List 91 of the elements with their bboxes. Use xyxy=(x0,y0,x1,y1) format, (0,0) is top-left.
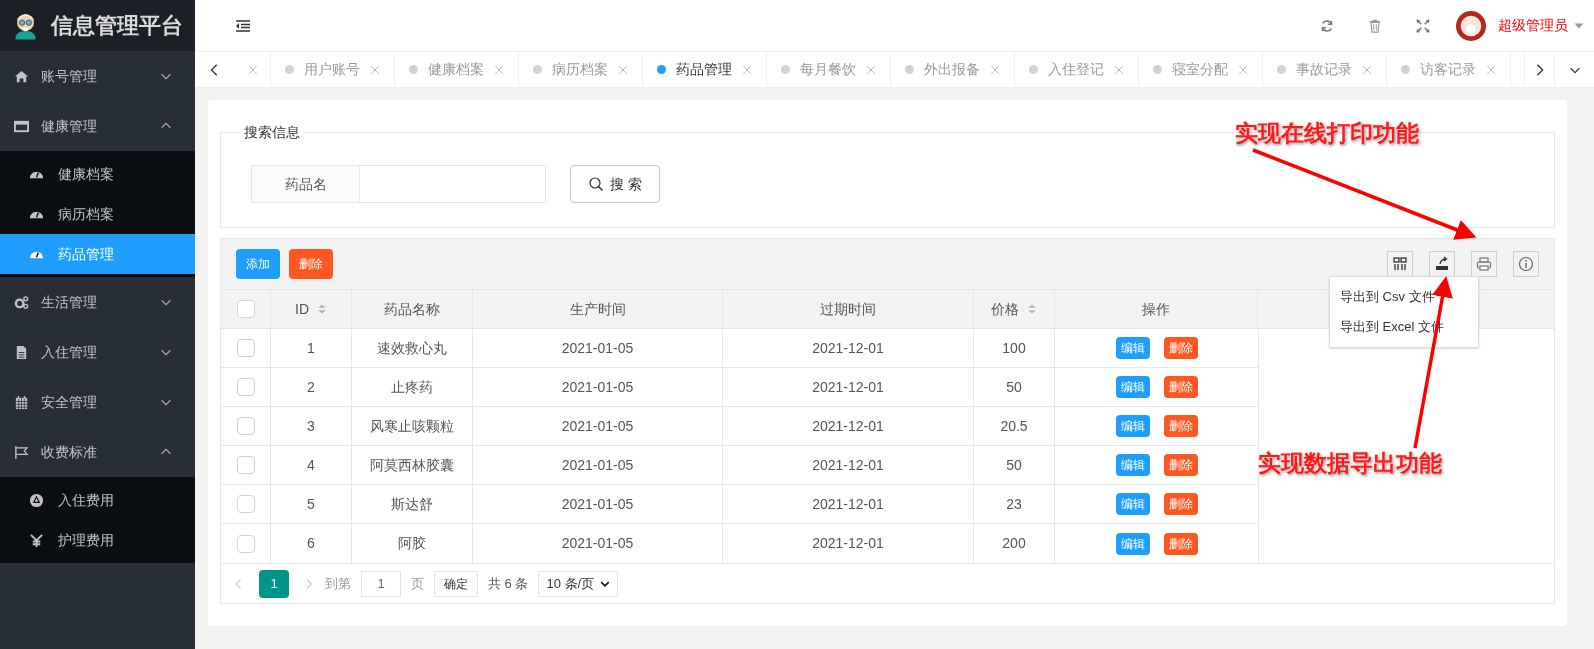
table-cell-text: 100 xyxy=(1002,338,1026,358)
submenu-item[interactable]: 入住费用 xyxy=(0,480,195,520)
table-cell-text: 2021-01-05 xyxy=(561,494,634,514)
table-cell-text: 2021-01-05 xyxy=(561,416,634,436)
tab[interactable]: 健康档案 xyxy=(395,52,519,87)
table-cell-text: 阿莫西林胶囊 xyxy=(370,455,454,475)
table-cell-text: 止疼药 xyxy=(391,377,433,397)
confirm-button[interactable]: 确定 xyxy=(434,570,478,597)
add-button[interactable]: 添加 xyxy=(236,249,280,279)
table-cell-text: 2021-12-01 xyxy=(812,416,884,436)
table-cell-text: 50 xyxy=(1006,455,1022,475)
column-header-cell[interactable]: 生产时间 xyxy=(473,290,723,328)
column-label: 操作 xyxy=(1142,299,1170,319)
table-cell-text: 2021-01-05 xyxy=(561,377,634,397)
goto-label: 到第 xyxy=(325,574,351,593)
edit-button[interactable]: 编辑 xyxy=(1115,532,1150,555)
delete-button[interactable]: 删除 xyxy=(1163,493,1198,515)
column-header-cell[interactable]: 药品名称 xyxy=(352,290,473,328)
tab[interactable]: 事故记录 xyxy=(1263,52,1387,87)
table-cell-text: 2021-12-01 xyxy=(812,377,884,397)
table-cell-text: 斯达舒 xyxy=(391,494,433,514)
page-size-select[interactable]: 10 条/页 xyxy=(538,570,619,597)
edit-button[interactable]: 编辑 xyxy=(1115,415,1150,437)
table-cell-text: 50 xyxy=(1006,377,1022,397)
tab[interactable]: 药品管理 xyxy=(643,52,767,87)
annotation-text: 实现数据导出功能 xyxy=(1258,449,1442,478)
table-cell-text: 2021-01-05 xyxy=(561,455,634,475)
tab[interactable]: 入住登记 xyxy=(1015,52,1139,87)
table-cell-text: 1 xyxy=(307,338,315,358)
table-cell-text: 阿胶 xyxy=(398,534,426,553)
column-label: 价格 xyxy=(991,299,1019,319)
edit-button[interactable]: 编辑 xyxy=(1115,337,1150,359)
page-button[interactable]: 1 xyxy=(259,569,289,598)
table-cell-text: 6 xyxy=(307,534,315,553)
table-cell-text: 2021-01-05 xyxy=(561,534,634,553)
table-cell-text: 23 xyxy=(1006,494,1022,514)
column-label: ID xyxy=(295,299,309,319)
table-cell-text: 风寒止咳颗粒 xyxy=(370,416,454,436)
column-header-cell[interactable]: 操作 xyxy=(1055,290,1258,328)
submenu-item[interactable]: 健康档案 xyxy=(0,154,195,194)
delete-button[interactable]: 删除 xyxy=(1163,532,1198,555)
column-header-cell[interactable]: 过期时间 xyxy=(723,290,974,328)
delete-button[interactable]: 删除 xyxy=(1163,415,1198,437)
tab[interactable]: 病历档案 xyxy=(519,52,643,87)
table-cell-text: 2021-12-01 xyxy=(812,494,884,514)
column-header-cell[interactable]: 价格 xyxy=(974,290,1055,328)
sidebar-item[interactable]: 生活管理 xyxy=(0,277,195,327)
table-cell-text: 4 xyxy=(307,455,315,475)
sidebar-item[interactable]: 收费标准 xyxy=(0,427,195,477)
table-cell-text: 3 xyxy=(307,416,315,436)
column-label: 过期时间 xyxy=(820,299,876,319)
edit-button[interactable]: 编辑 xyxy=(1115,454,1150,476)
table-cell-text: 5 xyxy=(307,494,315,514)
column-label: 药品名称 xyxy=(384,299,440,319)
delete-button[interactable]: 删除 xyxy=(1163,337,1198,359)
page-input[interactable]: 1 xyxy=(361,570,401,597)
tab[interactable]: 每月餐饮 xyxy=(767,52,891,87)
tab[interactable]: 访客记录 xyxy=(1387,52,1511,87)
edit-button[interactable]: 编辑 xyxy=(1115,376,1150,398)
delete-button[interactable]: 删除 xyxy=(1163,376,1198,398)
menu-item[interactable]: 导出到 Csv 文件 xyxy=(1330,282,1478,312)
user-name[interactable]: 超级管理员 xyxy=(1498,15,1568,36)
table-cell-text: 2 xyxy=(307,377,315,397)
annotation-text: 实现在线打印功能 xyxy=(1235,119,1419,148)
tab[interactable]: 外出报备 xyxy=(891,52,1015,87)
search-legend: 搜索信息 xyxy=(239,122,305,143)
edit-button[interactable]: 编辑 xyxy=(1115,493,1150,515)
delete-button[interactable]: 删除 xyxy=(289,249,333,279)
table-cell-text: 速效救心丸 xyxy=(377,338,447,358)
sidebar-item[interactable]: 安全管理 xyxy=(0,377,195,427)
total-count: 共 6 条 xyxy=(488,574,529,593)
submenu-item[interactable]: 病历档案 xyxy=(0,194,195,234)
table-cell-text: 2021-12-01 xyxy=(812,455,884,475)
app-title: 信息管理平台 xyxy=(51,12,183,40)
submenu-item[interactable]: 药品管理 xyxy=(0,234,195,274)
delete-button[interactable]: 删除 xyxy=(1163,454,1198,476)
page-unit-label: 页 xyxy=(411,574,424,593)
tab[interactable]: 寝室分配 xyxy=(1139,52,1263,87)
column-header-cell[interactable]: ID xyxy=(271,290,352,328)
table-cell-text: 20.5 xyxy=(1000,416,1028,436)
tab[interactable]: 用户账号 xyxy=(271,52,395,87)
column-label: 生产时间 xyxy=(569,299,626,319)
sidebar-item[interactable]: 健康管理 xyxy=(0,101,195,151)
search-button[interactable]: 搜 索 xyxy=(570,165,660,203)
table-cell-text: 2021-12-01 xyxy=(812,338,884,358)
table-cell-text: 2021-01-05 xyxy=(561,338,634,358)
sidebar-item[interactable]: 账号管理 xyxy=(0,51,195,101)
submenu-item[interactable]: 护理费用 xyxy=(0,520,195,560)
sidebar-item[interactable]: 入住管理 xyxy=(0,327,195,377)
table-cell-text: 2021-12-01 xyxy=(812,534,884,553)
table-cell-text: 200 xyxy=(1002,534,1026,553)
